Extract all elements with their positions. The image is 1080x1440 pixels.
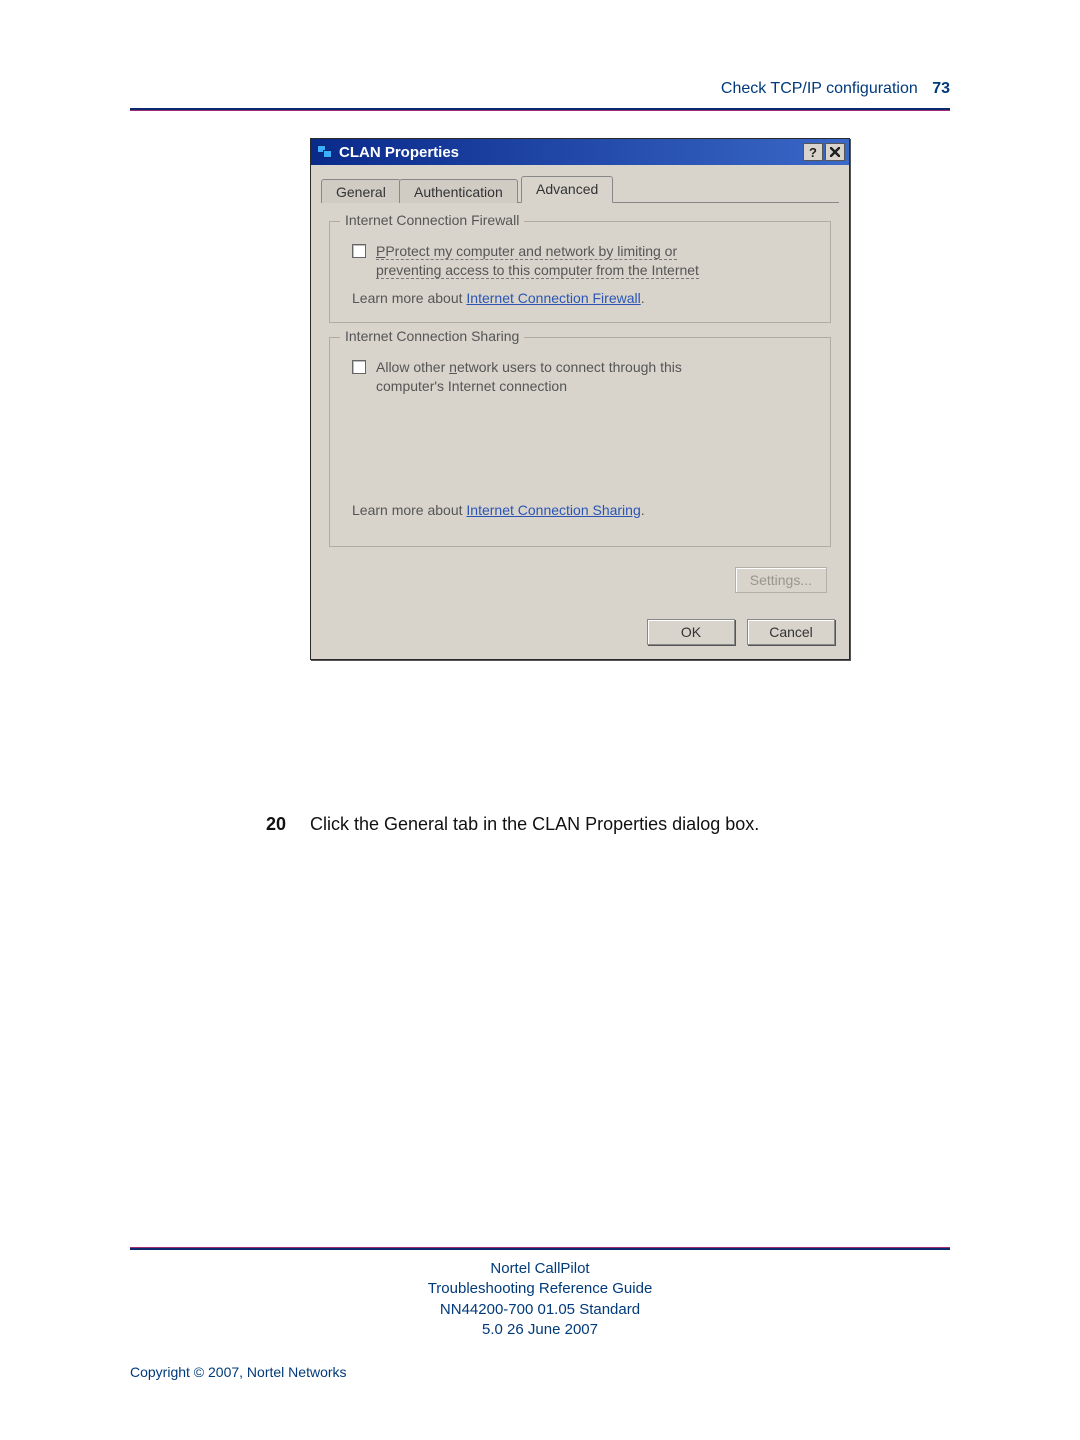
dialog-button-row: OK Cancel	[311, 607, 849, 659]
firewall-checkbox-label: PProtect my computer and network by limi…	[376, 242, 699, 280]
tab-bar: General Authentication Advanced	[321, 173, 839, 203]
running-header: Check TCP/IP configuration 73	[721, 80, 950, 98]
firewall-groupbox: Internet Connection Firewall PProtect my…	[329, 221, 831, 323]
sharing-checkbox[interactable]	[352, 360, 366, 374]
sharing-legend: Internet Connection Sharing	[340, 328, 524, 344]
copyright-line: Copyright © 2007, Nortel Networks	[130, 1364, 347, 1380]
settings-button: Settings...	[735, 567, 827, 593]
tab-general[interactable]: General	[321, 179, 401, 203]
sharing-checkbox-label: Allow other network users to connect thr…	[376, 358, 682, 396]
footer-rule	[130, 1247, 950, 1250]
sharing-learn-link[interactable]: Internet Connection Sharing	[466, 502, 640, 518]
header-title: Check TCP/IP configuration	[721, 80, 918, 97]
footer-line3: NN44200-700 01.05 Standard	[0, 1300, 1080, 1320]
ok-button[interactable]: OK	[647, 619, 735, 645]
instruction-step: 20 Click the General tab in the CLAN Pro…	[256, 814, 950, 835]
cancel-button[interactable]: Cancel	[747, 619, 835, 645]
footer-line2: Troubleshooting Reference Guide	[0, 1279, 1080, 1299]
header-rule	[130, 108, 950, 111]
dialog-title: CLAN Properties	[339, 144, 803, 161]
step-text: Click the General tab in the CLAN Proper…	[310, 814, 759, 835]
close-button[interactable]	[825, 143, 845, 161]
footer-line1: Nortel CallPilot	[0, 1259, 1080, 1279]
clan-properties-dialog: CLAN Properties ? General Authentication…	[310, 138, 850, 660]
network-icon	[317, 145, 333, 159]
sharing-learn-more: Learn more about Internet Connection Sha…	[352, 502, 814, 518]
tab-advanced[interactable]: Advanced	[521, 176, 613, 203]
sharing-groupbox: Internet Connection Sharing Allow other …	[329, 337, 831, 547]
firewall-learn-more: Learn more about Internet Connection Fir…	[352, 290, 814, 306]
footer-line4: 5.0 26 June 2007	[0, 1320, 1080, 1340]
firewall-learn-link[interactable]: Internet Connection Firewall	[466, 290, 640, 306]
step-number: 20	[256, 814, 286, 835]
dialog-body: Internet Connection Firewall PProtect my…	[311, 203, 849, 607]
firewall-checkbox[interactable]	[352, 244, 366, 258]
page-footer: Nortel CallPilot Troubleshooting Referen…	[0, 1259, 1080, 1340]
help-button[interactable]: ?	[803, 143, 823, 161]
firewall-legend: Internet Connection Firewall	[340, 212, 524, 228]
tab-authentication[interactable]: Authentication	[399, 179, 518, 203]
titlebar: CLAN Properties ?	[311, 139, 849, 165]
screenshot-figure: CLAN Properties ? General Authentication…	[310, 138, 850, 660]
page-number: 73	[932, 80, 950, 97]
